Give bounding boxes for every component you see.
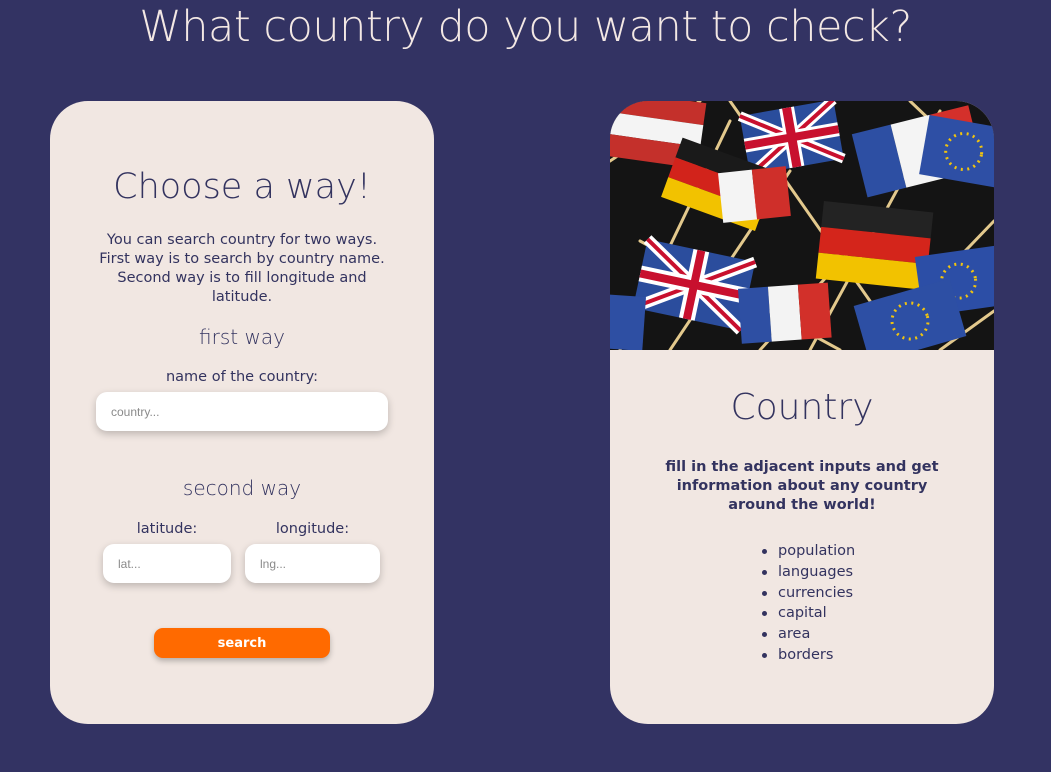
feature-item-borders: borders bbox=[761, 645, 855, 666]
latitude-input[interactable] bbox=[103, 544, 231, 583]
feature-item-area: area bbox=[761, 624, 855, 645]
latitude-label: latitude: bbox=[136, 521, 198, 537]
country-info-card: Country fill in the adjacent inputs and … bbox=[610, 101, 994, 724]
longitude-input[interactable] bbox=[245, 544, 380, 583]
search-button[interactable]: search bbox=[154, 628, 330, 658]
feature-item-capital: capital bbox=[761, 603, 855, 624]
feature-item-currencies: currencies bbox=[761, 583, 855, 604]
country-name-label: name of the country: bbox=[165, 369, 318, 385]
flags-photo bbox=[610, 101, 994, 350]
feature-item-languages: languages bbox=[761, 562, 855, 583]
search-intro-text: You can search country for two ways. Fir… bbox=[99, 232, 385, 305]
country-search-input[interactable] bbox=[96, 392, 388, 431]
search-card: Choose a way! You can search country for… bbox=[50, 101, 434, 724]
page-title: What country do you want to check? bbox=[139, 2, 912, 52]
country-heading: Country bbox=[730, 387, 874, 428]
choose-way-heading: Choose a way! bbox=[113, 167, 371, 207]
first-way-heading: first way bbox=[199, 325, 285, 349]
feature-item-population: population bbox=[761, 541, 855, 562]
feature-list: population languages currencies capital … bbox=[760, 541, 855, 666]
country-description: fill in the adjacent inputs and get info… bbox=[665, 459, 939, 513]
longitude-label: longitude: bbox=[275, 521, 350, 537]
second-way-heading: second way bbox=[182, 476, 302, 500]
